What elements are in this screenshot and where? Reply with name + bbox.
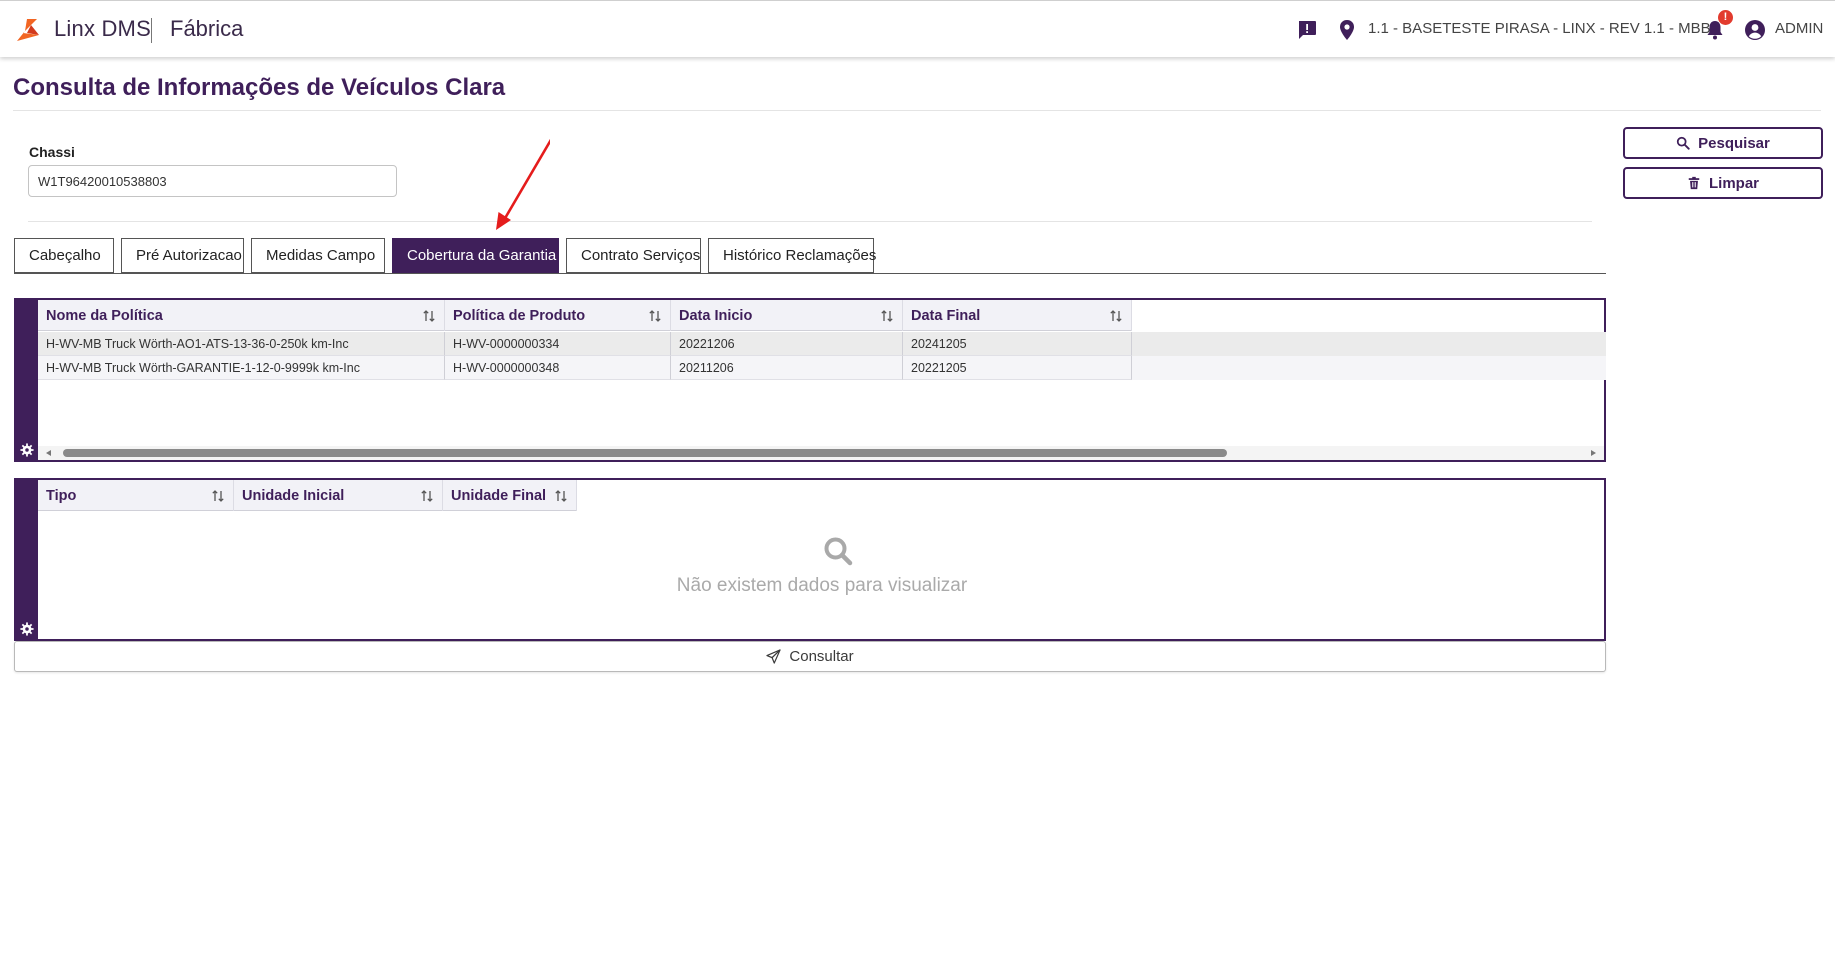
tab-pre-autorizacao[interactable]: Pré Autorizacao: [121, 238, 244, 273]
gear-icon[interactable]: [20, 622, 34, 636]
sort-icon[interactable]: [422, 309, 436, 323]
send-icon: [766, 649, 782, 664]
column-header-nome-politica[interactable]: Nome da Política: [38, 300, 445, 331]
table-row[interactable]: H-WV-MB Truck Wörth-AO1-ATS-13-36-0-250k…: [38, 332, 1606, 356]
table-cell: 20211206: [671, 356, 903, 380]
location-pin-icon[interactable]: [1335, 18, 1359, 42]
chat-icon[interactable]: [1295, 18, 1319, 42]
column-header-data-final[interactable]: Data Final: [903, 300, 1132, 331]
form-divider: [28, 221, 1592, 222]
tabs-divider: [14, 273, 1606, 274]
brand-name: Linx DMS: [54, 16, 151, 41]
linx-logo-icon: [13, 17, 41, 43]
gear-icon[interactable]: [20, 443, 34, 457]
column-header-tipo[interactable]: Tipo: [38, 480, 234, 511]
scrollbar-thumb[interactable]: [63, 449, 1227, 457]
units-grid-body: Tipo Unidade Inicial Unidade Final Não e…: [38, 480, 1604, 639]
table-cell: H-WV-MB Truck Wörth-GARANTIE-1-12-0-9999…: [38, 356, 445, 380]
column-header-label: Data Final: [911, 307, 981, 324]
table-row[interactable]: H-WV-MB Truck Wörth-GARANTIE-1-12-0-9999…: [38, 356, 1606, 380]
search-button[interactable]: Pesquisar: [1623, 127, 1823, 159]
search-icon: [1676, 136, 1690, 150]
tab-bar: Cabeçalho Pré Autorizacao Medidas Campo …: [14, 238, 876, 274]
table-cell: H-WV-0000000334: [445, 332, 671, 356]
column-header-label: Unidade Final: [451, 487, 547, 504]
module-name: Fábrica: [170, 16, 244, 41]
column-header-unidade-final[interactable]: Unidade Final: [443, 480, 577, 511]
column-header-label: Nome da Política: [46, 307, 163, 324]
policy-grid-header: Nome da Política Política de Produto Dat…: [38, 300, 1132, 331]
column-header-label: Data Inicio: [679, 307, 753, 324]
title-divider: [13, 110, 1821, 111]
grid-sidebar: [16, 300, 38, 460]
consult-button-label: Consultar: [789, 648, 854, 665]
clear-button[interactable]: Limpar: [1623, 167, 1823, 199]
sort-icon[interactable]: [211, 489, 225, 503]
scroll-left-icon[interactable]: [46, 450, 51, 456]
units-grid: Tipo Unidade Inicial Unidade Final Não e…: [14, 478, 1606, 641]
table-cell: H-WV-MB Truck Wörth-AO1-ATS-13-36-0-250k…: [38, 332, 445, 356]
tab-cobertura-da-garantia[interactable]: Cobertura da Garantia: [392, 238, 559, 273]
sort-icon[interactable]: [648, 309, 662, 323]
branch-selector[interactable]: 1.1 - BASETESTE PIRASA - LINX - REV 1.1 …: [1368, 20, 1711, 37]
column-header-unidade-inicial[interactable]: Unidade Inicial: [234, 480, 443, 511]
annotation-arrow: [496, 138, 550, 230]
notification-badge[interactable]: !: [1718, 10, 1733, 25]
chassi-label: Chassi: [29, 144, 75, 160]
table-cell: 20241205: [903, 332, 1132, 356]
scroll-right-icon[interactable]: [1591, 450, 1596, 456]
clear-button-label: Limpar: [1708, 174, 1759, 192]
column-header-politica-produto[interactable]: Política de Produto: [445, 300, 671, 331]
column-header-data-inicio[interactable]: Data Inicio: [671, 300, 903, 331]
sort-icon[interactable]: [880, 309, 894, 323]
trash-icon: [1687, 176, 1701, 190]
sort-icon[interactable]: [1109, 309, 1123, 323]
column-header-label: Política de Produto: [453, 307, 586, 324]
top-bar: Linx DMS Fábrica 1.1 - BASETESTE PIRASA …: [0, 0, 1835, 57]
column-header-label: Tipo: [46, 487, 77, 504]
table-cell: H-WV-0000000348: [445, 356, 671, 380]
policy-grid: Nome da Política Política de Produto Dat…: [14, 298, 1606, 462]
tab-historico-reclamacoes[interactable]: Histórico Reclamações: [708, 238, 876, 273]
policy-grid-body: Nome da Política Política de Produto Dat…: [38, 300, 1606, 460]
user-name[interactable]: ADMIN: [1775, 20, 1823, 37]
table-cell: 20221206: [671, 332, 903, 356]
tab-cabecalho[interactable]: Cabeçalho: [14, 238, 114, 273]
horizontal-scrollbar[interactable]: [38, 446, 1604, 460]
empty-search-icon: [823, 536, 853, 566]
brand-divider: [151, 18, 152, 43]
user-circle-icon[interactable]: [1743, 18, 1767, 42]
consult-button[interactable]: Consultar: [14, 641, 1606, 672]
empty-state-message: Não existem dados para visualizar: [676, 575, 968, 596]
column-header-label: Unidade Inicial: [242, 487, 345, 504]
units-grid-header: Tipo Unidade Inicial Unidade Final: [38, 480, 577, 511]
grid-sidebar: [16, 480, 38, 639]
tab-contrato-servicos[interactable]: Contrato Serviços: [566, 238, 701, 273]
page-title: Consulta de Informações de Veículos Clar…: [13, 74, 506, 101]
sort-icon[interactable]: [420, 489, 434, 503]
search-button-label: Pesquisar: [1698, 134, 1770, 152]
sort-icon[interactable]: [554, 489, 568, 503]
table-cell: 20221205: [903, 356, 1132, 380]
tab-medidas-campo[interactable]: Medidas Campo: [251, 238, 385, 273]
chassi-input[interactable]: [28, 165, 397, 197]
